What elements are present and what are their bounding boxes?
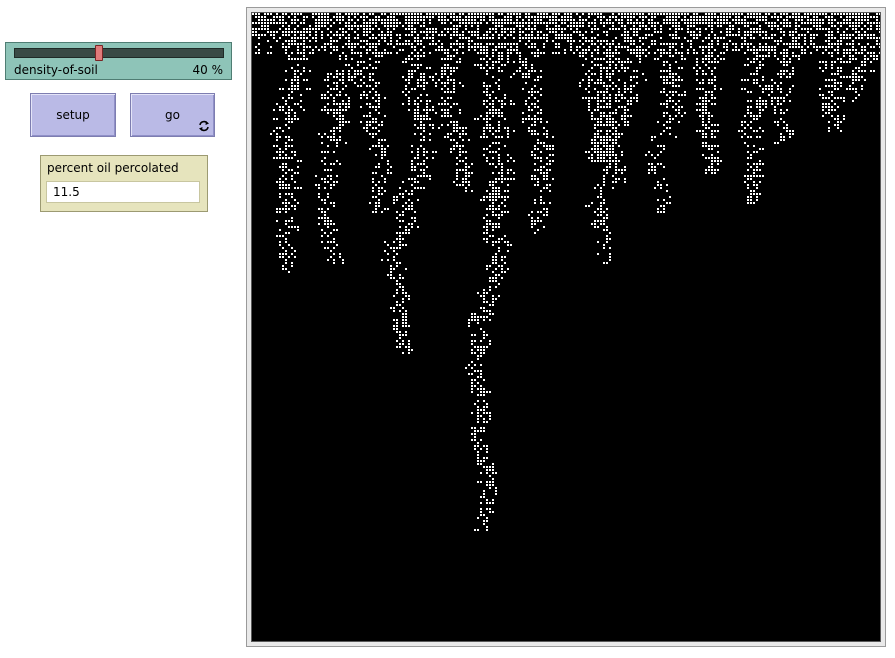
monitor-value: 11.5: [46, 181, 200, 203]
setup-button-label: setup: [56, 108, 90, 122]
world-view-frame: [246, 7, 886, 647]
go-button-label: go: [165, 108, 180, 122]
percent-oil-percolated-monitor: percent oil percolated 11.5: [40, 155, 208, 212]
monitor-label: percent oil percolated: [47, 161, 179, 175]
percolation-pattern: [252, 13, 880, 531]
slider-track[interactable]: [14, 45, 224, 61]
slider-value: 40 %: [192, 63, 224, 77]
world-view[interactable]: [251, 12, 881, 642]
go-button[interactable]: go: [130, 93, 215, 137]
setup-button[interactable]: setup: [30, 93, 116, 137]
density-of-soil-slider[interactable]: density-of-soil 40 %: [5, 42, 232, 80]
slider-label: density-of-soil: [14, 63, 98, 77]
forever-loop-icon: [199, 120, 209, 132]
slider-thumb[interactable]: [95, 45, 103, 61]
